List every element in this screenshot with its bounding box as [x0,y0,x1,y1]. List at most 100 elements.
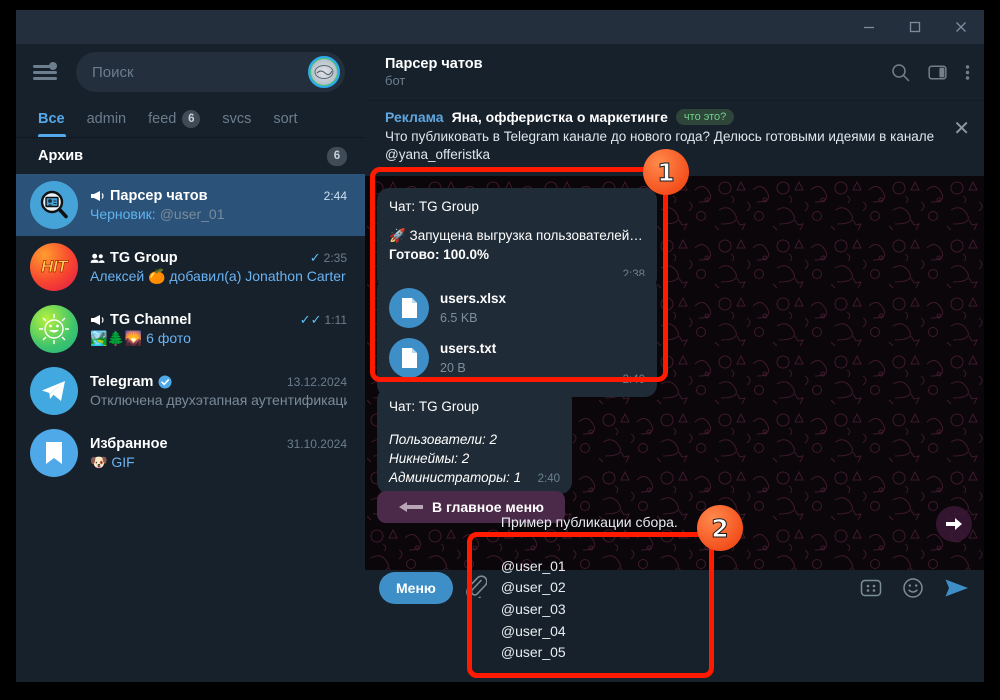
paperclip-icon[interactable] [465,574,488,603]
ad-what-is-this-chip[interactable]: что это? [675,109,735,125]
bot-menu-label: Меню [396,580,436,597]
send-icon[interactable] [944,577,970,599]
tab-label: Все [38,110,65,127]
telegram-logo-avatar [30,367,78,415]
megaphone-icon [91,191,104,201]
tab-label: admin [86,110,127,127]
attach-glyph-icon [466,574,488,600]
tab-badge-count: 6 [182,109,201,128]
chat-pane: Парсер чатов бот Реклама Яна, офферистка… [365,44,984,682]
chat-item-content: Избранное 31.10.2024 🐶 GIF [90,436,347,471]
ad-label: Реклама [385,109,444,125]
search-placeholder: Поиск [92,63,134,81]
chat-item-content: TG Channel ✓✓ 1:11 🏞️🌲🌄 6 фото [90,312,347,347]
chat-item-name: Парсер чатов [110,188,208,204]
filter-tabs: Все admin feed 6 svcs sort [16,100,365,138]
more-vertical-icon[interactable] [965,63,970,82]
verified-icon [158,375,172,389]
chat-item-preview: Алексей 🍊 добавил(а) Jonathon Carter III [90,267,347,284]
file-glyph-icon [401,298,417,319]
chat-item-name: Telegram [90,374,154,390]
time-text: 1:11 [324,312,347,327]
search-icon[interactable] [891,63,910,82]
telegram-window: Поиск Все admin feed 6 svcs sort Архив 6… [16,10,984,682]
hit-logo-avatar: HIT [30,243,78,291]
chat-item-time: ✓✓ 1:11 [300,312,347,328]
message-bubble-status[interactable]: Чат: TG Group 🚀 Запущена выгрузка пользо… [377,188,657,291]
time-text: 2:35 [323,250,347,265]
tab-svcs[interactable]: svcs [222,100,251,138]
message-time: 2:40 [537,472,560,485]
tab-feed[interactable]: feed 6 [148,100,201,138]
ad-title: Яна, офферистка о маркетинге [451,109,668,125]
chat-item-preview: Отключена двухэтапная аутентификация!… [90,392,347,408]
message-text-line-2: Готово: 100.0% [389,246,489,262]
archive-row[interactable]: Архив 6 [16,138,365,174]
composer-actions [860,577,970,599]
tab-all[interactable]: Все [38,100,65,138]
file-item[interactable]: users.txt 20 B [389,338,645,379]
archive-label: Архив [38,148,84,164]
chat-header: Парсер чатов бот [365,44,984,100]
search-input[interactable]: Поиск [76,52,345,92]
chat-item-content: Парсер чатов 2:44 Черновик: @user_01 [90,188,347,222]
chat-item-content: TG Group ✓ 2:35 Алексей 🍊 добавил(а) Jon… [90,250,347,285]
smiling-sun-icon [39,314,69,344]
saved-messages-avatar [30,429,78,477]
chat-subtitle: бот [385,73,406,88]
chat-list-item-parser[interactable]: Парсер чатов 2:44 Черновик: @user_01 [16,174,365,236]
group-icon [90,253,105,263]
chat-header-actions [891,63,970,82]
minimize-button[interactable] [846,10,892,44]
bot-menu-button[interactable]: Меню [379,572,453,605]
close-button[interactable] [938,10,984,44]
keyboard-icon[interactable] [860,577,882,599]
sun-emoji-avatar [30,305,78,353]
chat-item-time: ✓ 2:35 [310,250,347,266]
sidebar-toggle-icon[interactable] [928,63,947,82]
annotation-badge-2: 2 [697,505,743,551]
search-contact-icon [30,181,78,229]
chat-list-item-tg-group[interactable]: HIT TG Group ✓ 2:35 Алексей 🍊 добавил(а)… [16,236,365,298]
chat-item-name: TG Group [110,249,178,266]
chat-list-item-tg-channel[interactable]: TG Channel ✓✓ 1:11 🏞️🌲🌄 6 фото [16,298,365,360]
file-item[interactable]: users.xlsx 6.5 KB [389,288,645,329]
chat-item-time: 13.12.2024 [286,375,347,389]
chat-item-preview: 🏞️🌲🌄 6 фото [90,329,191,346]
maximize-button[interactable] [892,10,938,44]
read-tick-icon: ✓ [309,249,321,265]
document-icon [389,288,429,329]
avatar-text: HIT [41,257,68,277]
close-icon[interactable]: ✕ [953,119,970,139]
file-info: users.xlsx 6.5 KB [440,289,506,328]
stats-line-1: Пользователи: 2 [389,431,498,447]
chat-item-preview: Черновик: @user_01 [90,206,347,222]
avatar[interactable] [308,56,340,88]
tab-label: sort [273,110,298,127]
message-chat-line: Чат: TG Group [389,199,479,215]
contact-magnifier-icon [40,190,68,219]
telegram-plane-icon [42,381,65,401]
tab-admin[interactable]: admin [87,100,127,138]
annotation-badge-1: 1 [643,149,689,195]
read-tick-icon: ✓✓ [299,311,322,327]
emoji-icon[interactable] [902,577,924,599]
message-bubble-files[interactable]: users.xlsx 6.5 KB users.txt 20 B 2:40 [377,276,657,397]
hamburger-menu-icon[interactable] [30,56,62,88]
chat-list-item-telegram[interactable]: Telegram 13.12.2024 Отключена двухэтапна… [16,360,365,422]
draft-label: Черновик: [90,206,156,222]
message-input[interactable]: Пример публикации сбора. @user_01 @user_… [487,512,848,664]
chat-item-time: 31.10.2024 [286,436,347,451]
file-name: users.txt [440,340,497,356]
chat-item-name: Избранное [90,435,168,452]
minimize-icon [864,26,874,29]
file-size: 6.5 KB [440,311,478,326]
chat-header-titles: Парсер чатов бот [385,56,483,88]
chat-list-item-saved[interactable]: Избранное 31.10.2024 🐶 GIF [16,422,365,484]
tab-sort[interactable]: sort [273,100,297,138]
message-composer: Меню Пример публикации сбора. @user_01 @… [365,514,984,682]
file-size: 20 B [440,361,466,376]
bookmark-icon [46,442,62,464]
message-bubble-stats[interactable]: Чат: TG Group Пользователи: 2 Никнеймы: … [377,388,572,495]
tab-label: svcs [222,110,252,127]
